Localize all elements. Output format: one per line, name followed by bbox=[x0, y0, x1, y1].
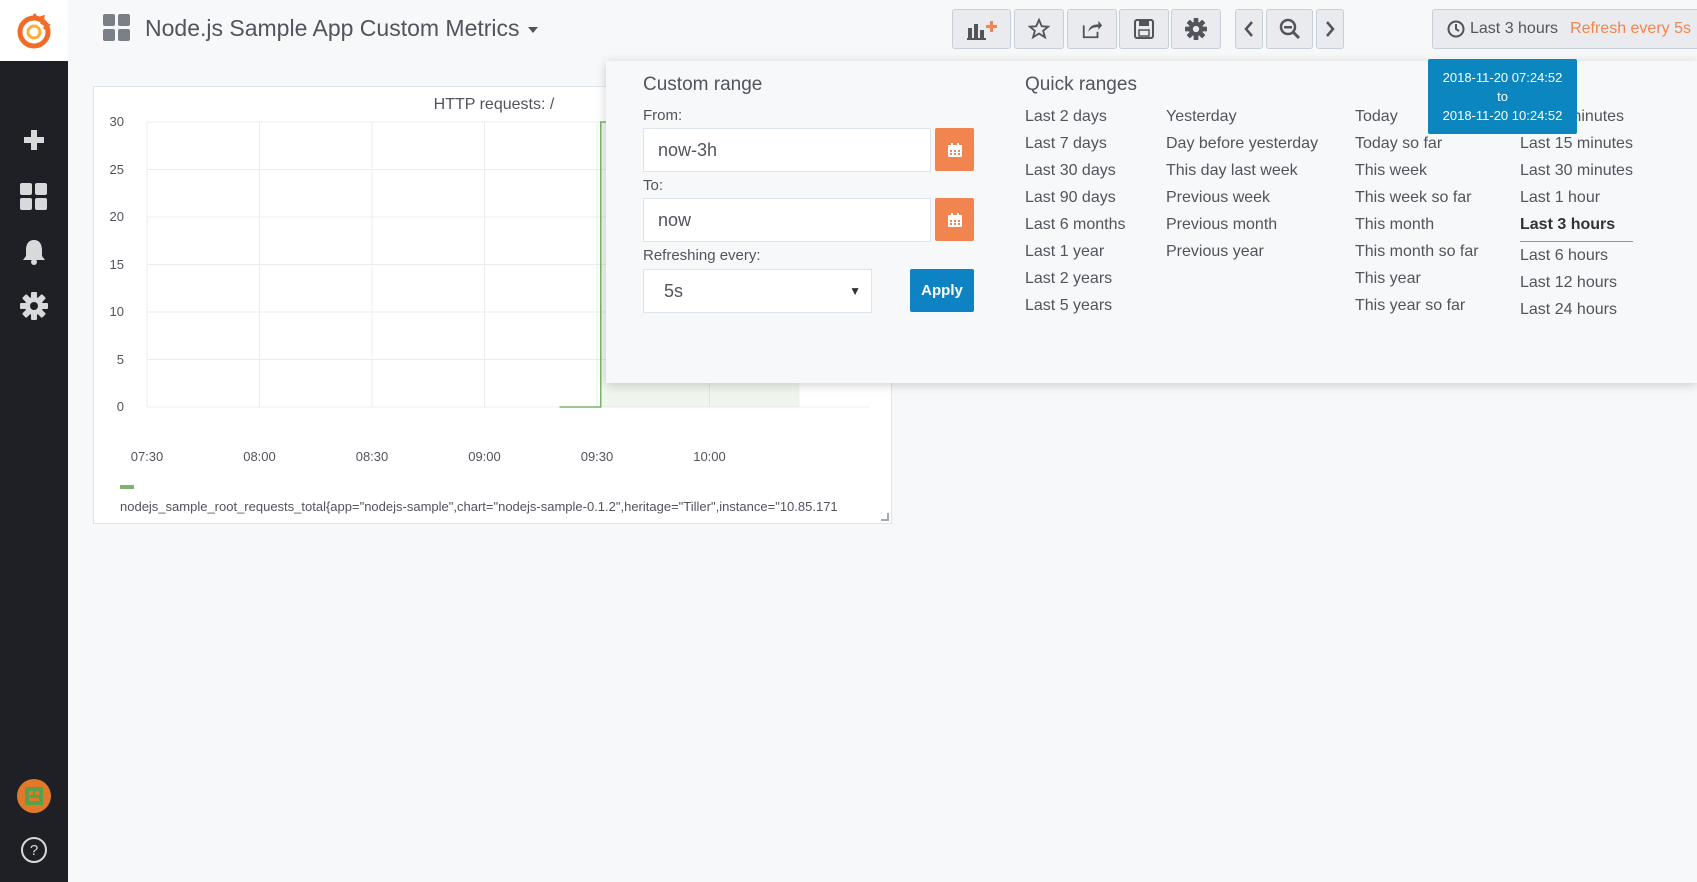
to-calendar-button[interactable] bbox=[935, 198, 974, 241]
caret-down-icon bbox=[527, 27, 538, 33]
to-input[interactable]: now bbox=[643, 198, 931, 242]
time-range-tooltip: 2018-11-20 07:24:52 to 2018-11-20 10:24:… bbox=[1428, 59, 1577, 134]
dashboard-title-dropdown[interactable]: Node.js Sample App Custom Metrics bbox=[103, 14, 538, 42]
help-icon[interactable]: ? bbox=[0, 830, 68, 870]
quick-range-item[interactable]: Today so far bbox=[1355, 135, 1479, 162]
quick-range-item[interactable]: This day last week bbox=[1166, 162, 1318, 189]
plus-icon[interactable] bbox=[0, 120, 68, 160]
quick-range-item[interactable]: Last 1 year bbox=[1025, 243, 1126, 270]
quick-range-item[interactable]: Last 3 hours bbox=[1520, 216, 1633, 242]
x-tick-label: 08:00 bbox=[243, 449, 276, 464]
panel-resize-handle[interactable] bbox=[881, 513, 889, 521]
quick-range-item[interactable]: Previous week bbox=[1166, 189, 1318, 216]
quick-range-item[interactable]: Last 30 days bbox=[1025, 162, 1126, 189]
quick-ranges-title: Quick ranges bbox=[1025, 74, 1137, 95]
settings-button[interactable] bbox=[1171, 9, 1221, 49]
quick-range-item[interactable]: Last 1 hour bbox=[1520, 189, 1633, 216]
quick-range-item[interactable]: Last 2 days bbox=[1025, 108, 1126, 135]
tooltip-from: 2018-11-20 07:24:52 bbox=[1442, 70, 1563, 85]
to-label: To: bbox=[643, 177, 664, 194]
tooltip-sep: to bbox=[1497, 89, 1508, 104]
quick-range-item[interactable]: Last 6 hours bbox=[1520, 247, 1633, 274]
gear-icon[interactable] bbox=[0, 286, 68, 326]
x-tick-label: 09:30 bbox=[580, 449, 614, 464]
quick-range-item[interactable]: Last 5 years bbox=[1025, 297, 1126, 324]
grafana-logo-icon[interactable] bbox=[0, 0, 68, 61]
clock-icon bbox=[1447, 20, 1465, 38]
x-tick-label: 08:30 bbox=[355, 449, 389, 464]
quick-range-item[interactable]: Previous month bbox=[1166, 216, 1318, 243]
refreshing-every-label: Refreshing every: bbox=[643, 247, 761, 264]
dashboards-icon[interactable] bbox=[0, 177, 68, 217]
refresh-interval-select[interactable]: 5s ▼ bbox=[643, 269, 872, 313]
bell-icon[interactable] bbox=[0, 232, 68, 272]
x-tick-label: 09:00 bbox=[468, 449, 501, 464]
quick-ranges-col-4: Last 5 minutesLast 15 minutesLast 30 min… bbox=[1520, 108, 1633, 328]
dashboards-icon bbox=[103, 14, 130, 41]
share-button[interactable] bbox=[1067, 9, 1117, 49]
quick-range-item[interactable]: Last 12 hours bbox=[1520, 274, 1633, 301]
quick-range-item[interactable]: Previous year bbox=[1166, 243, 1318, 270]
calendar-icon bbox=[947, 142, 962, 157]
sidebar: ? bbox=[0, 0, 68, 882]
quick-range-item[interactable]: Last 7 days bbox=[1025, 135, 1126, 162]
refresh-interval-label: Refresh every 5s bbox=[1570, 20, 1691, 37]
x-tick-label: 07:30 bbox=[130, 449, 164, 464]
chevron-left-icon bbox=[1244, 21, 1253, 37]
add-panel-button[interactable] bbox=[952, 9, 1011, 49]
quick-ranges-col-3: Today Today so far This week This week so f… bbox=[1355, 108, 1479, 324]
x-tick-label: 10:00 bbox=[693, 449, 726, 464]
quick-range-item[interactable]: This year bbox=[1355, 270, 1479, 297]
legend-series-label[interactable]: nodejs_sample_root_requests_total{app="n… bbox=[120, 499, 880, 514]
quick-ranges-col-1: Last 2 days Last 7 days Last 30 days Last 9… bbox=[1025, 108, 1126, 324]
quick-range-item[interactable]: Last 30 minutes bbox=[1520, 162, 1633, 189]
settings-icon bbox=[1185, 18, 1207, 40]
top-navbar: Node.js Sample App Custom Metrics Last 3… bbox=[68, 0, 1697, 61]
custom-range-title: Custom range bbox=[643, 74, 763, 95]
quick-range-item[interactable]: Last 6 months bbox=[1025, 216, 1126, 243]
zoom-out-icon bbox=[1279, 18, 1300, 40]
time-forward-button[interactable] bbox=[1316, 9, 1344, 49]
quick-range-item[interactable]: Last 24 hours bbox=[1520, 301, 1633, 328]
quick-range-item[interactable]: Yesterday bbox=[1166, 108, 1318, 135]
time-picker-button[interactable]: Last 3 hours Refresh every 5s bbox=[1432, 9, 1697, 49]
time-back-button[interactable] bbox=[1235, 9, 1263, 49]
quick-ranges-col-2: Yesterday Day before yesterday This day la… bbox=[1166, 108, 1318, 270]
quick-range-item[interactable]: This week so far bbox=[1355, 189, 1479, 216]
select-arrow-icon: ▼ bbox=[849, 284, 861, 298]
dashboard-title: Node.js Sample App Custom Metrics bbox=[145, 14, 520, 41]
avatar[interactable] bbox=[0, 776, 68, 816]
chevron-right-icon bbox=[1326, 21, 1335, 37]
legend-series-swatch bbox=[120, 485, 134, 489]
from-calendar-button[interactable] bbox=[935, 128, 974, 171]
quick-range-item[interactable]: This week bbox=[1355, 162, 1479, 189]
quick-range-item[interactable]: Last 15 minutes bbox=[1520, 135, 1633, 162]
refresh-interval-value: 5s bbox=[664, 281, 684, 301]
quick-range-item[interactable]: Last 90 days bbox=[1025, 189, 1126, 216]
zoom-out-button[interactable] bbox=[1266, 9, 1313, 49]
quick-range-item[interactable]: This year so far bbox=[1355, 297, 1479, 324]
time-range-label: Last 3 hours bbox=[1470, 20, 1559, 37]
add-panel-icon bbox=[966, 21, 997, 40]
star-button[interactable] bbox=[1014, 9, 1064, 49]
svg-text:?: ? bbox=[30, 842, 38, 859]
save-icon bbox=[1134, 19, 1154, 39]
calendar-icon bbox=[947, 212, 962, 227]
from-label: From: bbox=[643, 107, 683, 124]
from-input[interactable]: now-3h bbox=[643, 128, 931, 172]
quick-range-item[interactable]: Day before yesterday bbox=[1166, 135, 1318, 162]
apply-button[interactable]: Apply bbox=[910, 269, 974, 312]
save-button[interactable] bbox=[1119, 9, 1169, 49]
star-icon bbox=[1028, 18, 1050, 40]
share-icon bbox=[1082, 20, 1103, 39]
tooltip-to: 2018-11-20 10:24:52 bbox=[1442, 108, 1563, 123]
quick-range-item[interactable]: Last 2 years bbox=[1025, 270, 1126, 297]
quick-range-item[interactable]: This month so far bbox=[1355, 243, 1479, 270]
quick-range-item[interactable]: This month bbox=[1355, 216, 1479, 243]
